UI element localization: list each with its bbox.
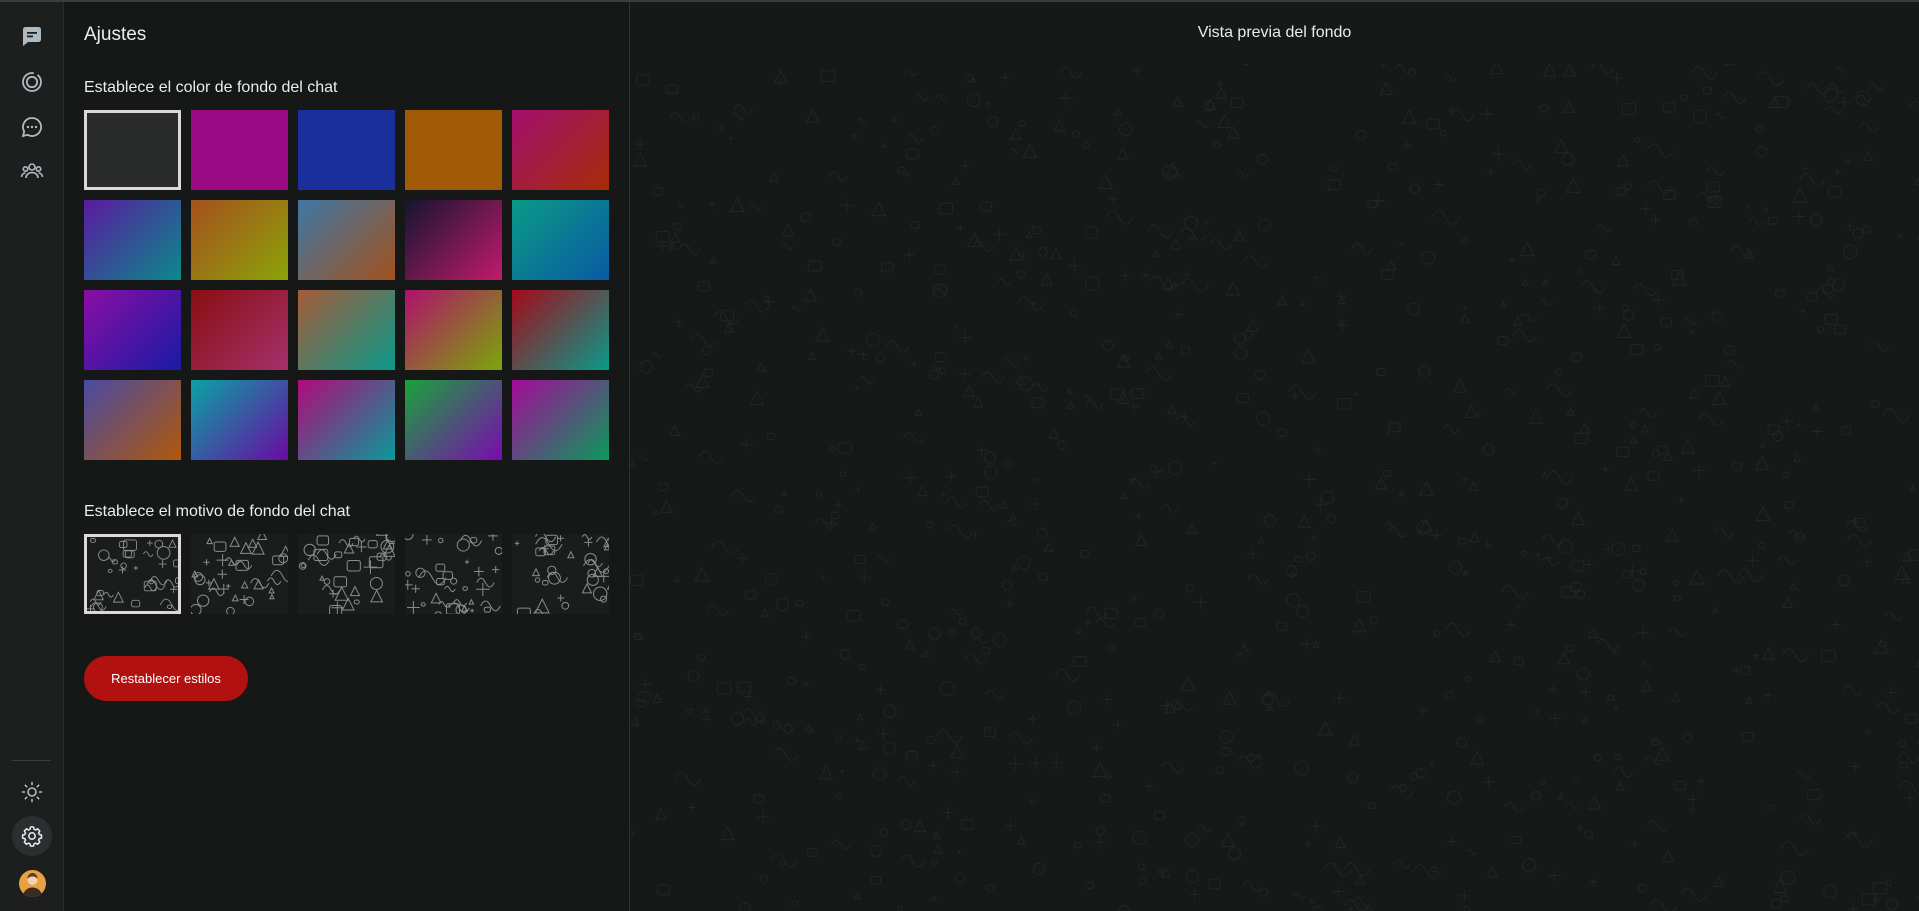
chats-button[interactable] [12,16,52,56]
sun-icon [21,781,43,803]
preview-wallpaper [630,64,1919,911]
color-swatch-tan-teal[interactable] [298,290,395,370]
gear-icon [21,826,43,847]
theme-toggle-button[interactable] [12,772,52,812]
chats-icon [23,27,41,46]
color-swatch-green-purple[interactable] [405,380,502,460]
motif-option-doodle-5[interactable] [512,534,609,614]
motif-option-doodle-1[interactable] [84,534,181,614]
preview-title: Vista previa del fondo [1197,24,1352,41]
color-swatch-orange[interactable] [405,110,502,190]
color-swatch-red-teal[interactable] [512,290,609,370]
motif-picker [84,534,614,616]
avatar [19,870,46,897]
communities-icon [20,163,44,179]
navigation-rail [0,2,64,911]
channels-icon [21,117,42,138]
channels-button[interactable] [12,107,52,147]
color-swatch-pink-teal[interactable] [298,380,395,460]
motif-option-doodle-4[interactable] [405,534,502,614]
motif-section-label: Establece el motivo de fondo del chat [84,503,350,520]
rail-divider [12,760,51,761]
motif-option-doodle-3[interactable] [298,534,395,614]
status-button[interactable] [12,62,52,102]
color-swatch-cyan-purple[interactable] [191,380,288,460]
color-swatch-grid [84,110,614,462]
profile-avatar[interactable] [19,870,46,897]
color-swatch-rust-olive[interactable] [191,200,288,280]
settings-panel: Ajustes Establece el color de fondo del … [64,2,630,911]
background-preview: Vista previa del fondo [630,2,1919,911]
color-swatch-magenta-lime[interactable] [405,290,502,370]
color-swatch-fuchsia-green[interactable] [512,380,609,460]
color-swatch-steel-rust[interactable] [298,200,395,280]
color-swatch-default[interactable] [84,110,181,190]
color-swatch-slate-orange[interactable] [84,380,181,460]
color-swatch-purple-teal[interactable] [84,200,181,280]
color-swatch-magenta[interactable] [191,110,288,190]
color-swatch-violet-indigo[interactable] [84,290,181,370]
color-swatch-navy-pink[interactable] [405,200,502,280]
page-title: Ajustes [84,24,147,45]
reset-styles-button[interactable]: Restablecer estilos [84,656,248,701]
color-swatch-blue[interactable] [298,110,395,190]
color-section-label: Establece el color de fondo del chat [84,79,338,96]
motif-option-doodle-2[interactable] [191,534,288,614]
color-swatch-teal-blue[interactable] [512,200,609,280]
settings-button[interactable] [12,816,52,856]
color-swatch-crimson[interactable] [512,110,609,190]
status-icon [22,72,42,92]
color-swatch-maroon-rose[interactable] [191,290,288,370]
communities-button[interactable] [12,151,52,191]
